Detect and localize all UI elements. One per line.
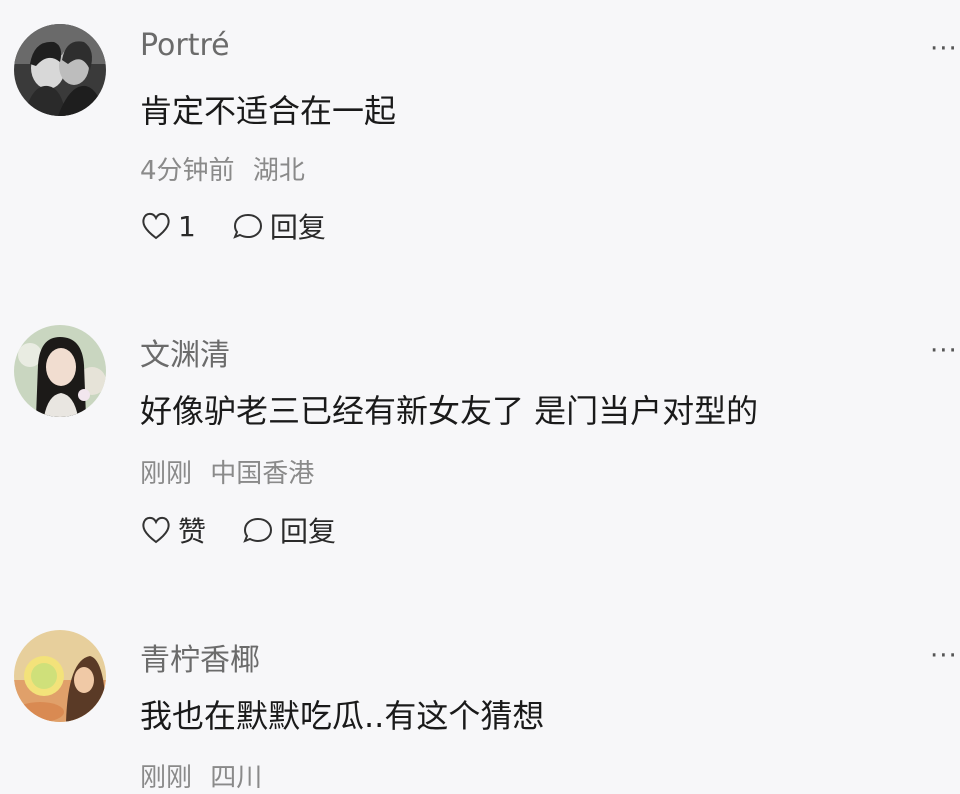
avatar[interactable]: [14, 24, 106, 116]
comment-location: 四川: [210, 763, 263, 793]
comment-time: 刚刚: [140, 763, 193, 793]
like-count: 1: [178, 209, 196, 243]
heart-outline-icon: [140, 211, 178, 241]
reply-label: 回复: [269, 211, 326, 244]
comment-item: 文渊清 好像驴老三已经有新女友了 是门当户对型的 刚刚 中国香港 赞 回复 ··…: [0, 300, 960, 605]
username[interactable]: Portré: [140, 28, 230, 63]
comment-meta: 4分钟前 湖北: [140, 150, 305, 187]
comment-location: 中国香港: [210, 459, 315, 489]
comment-meta: 刚刚 四川: [140, 757, 262, 794]
comment-time: 4分钟前: [140, 156, 235, 186]
like-label: 赞: [178, 515, 207, 548]
speech-bubble-icon: [232, 211, 270, 241]
more-dots-icon[interactable]: ···: [930, 338, 960, 364]
comment-item: Portré 肯定不适合在一起 4分钟前 湖北 1 回复 ···: [0, 0, 960, 300]
reply-label: 回复: [280, 515, 337, 548]
comment-text: 我也在默默吃瓜..有这个猜想: [140, 697, 545, 735]
heart-outline-icon: [140, 515, 178, 545]
more-dots-icon[interactable]: ···: [930, 643, 960, 669]
avatar[interactable]: [14, 325, 106, 417]
comment-meta: 刚刚 中国香港: [140, 453, 314, 490]
username[interactable]: 文渊清: [140, 330, 230, 374]
reply-button[interactable]: 回复: [232, 206, 326, 246]
comment-location: 湖北: [252, 156, 305, 186]
comment-text: 好像驴老三已经有新女友了 是门当户对型的: [140, 392, 759, 430]
speech-bubble-icon: [242, 515, 280, 545]
comment-text: 肯定不适合在一起: [140, 92, 397, 130]
comment-item: 青柠香椰 我也在默默吃瓜..有这个猜想 刚刚 四川 ···: [0, 605, 960, 793]
like-button[interactable]: 赞: [140, 510, 206, 550]
comment-actions: 1 回复: [140, 206, 326, 246]
comment-actions: 赞 回复: [140, 510, 336, 550]
reply-button[interactable]: 回复: [242, 510, 336, 550]
comment-time: 刚刚: [140, 459, 193, 489]
username[interactable]: 青柠香椰: [140, 635, 260, 679]
avatar[interactable]: [14, 630, 106, 722]
like-button[interactable]: 1: [140, 210, 196, 243]
more-dots-icon[interactable]: ···: [930, 36, 960, 62]
